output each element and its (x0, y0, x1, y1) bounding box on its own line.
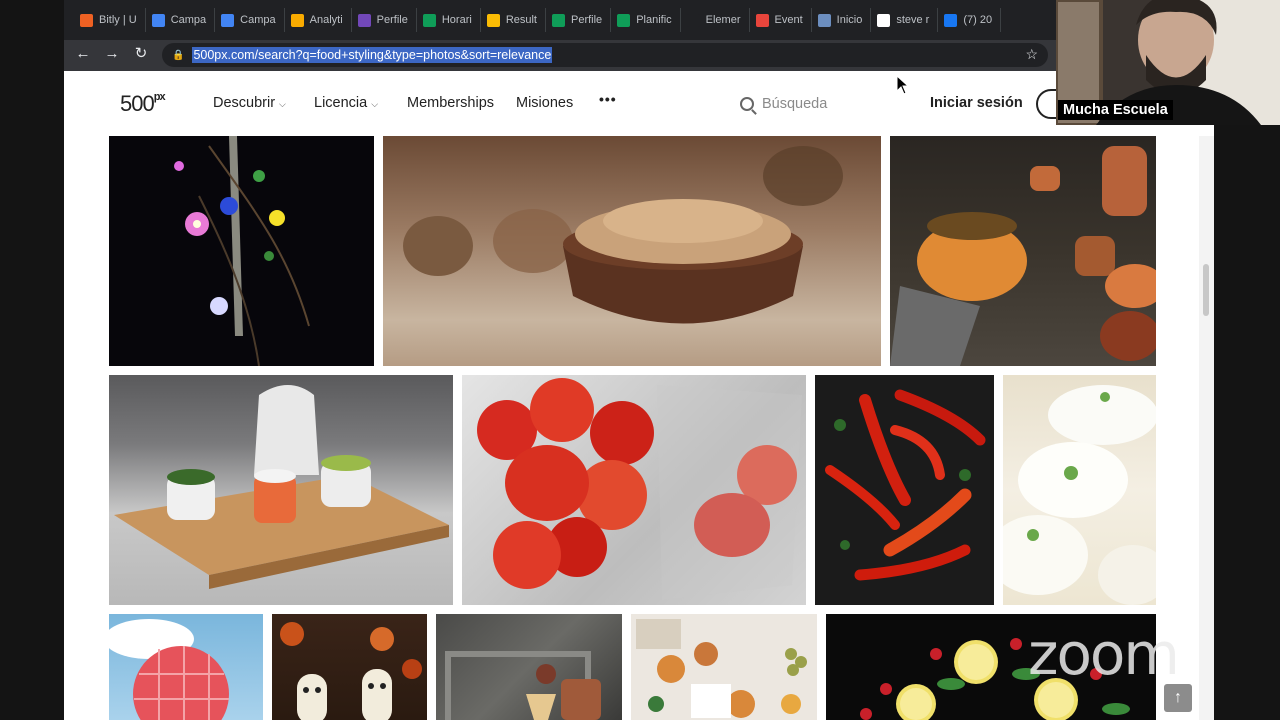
browser-tab[interactable]: Campa (146, 8, 216, 32)
browser-tab-label: Inicio (836, 14, 863, 26)
browser-tab-label: Planific (636, 14, 672, 26)
photo-sushi-board-art (114, 385, 449, 589)
browser-window: Bitly | U Campa Campa Analyti Perfile Horari R… (64, 0, 1214, 720)
photo-flowers-fork[interactable] (109, 136, 374, 366)
browser-tab-label: steve r (896, 14, 930, 26)
browser-tab-label: Perfile (571, 14, 603, 26)
photo-red-chili[interactable] (815, 375, 994, 605)
photo-meringue[interactable] (1003, 375, 1156, 605)
browser-tab-label: Result (505, 14, 537, 26)
browser-tab[interactable]: Perfile (352, 8, 417, 32)
google-ads-icon (151, 13, 165, 27)
browser-tab-label: Horari (441, 14, 472, 26)
browser-tab-label: Campa (170, 14, 207, 26)
browser-tab[interactable]: Bitly | U (74, 8, 146, 32)
search-box[interactable] (732, 89, 907, 119)
logo-sup: px (153, 90, 166, 103)
nav-discover[interactable]: Descubrir ⌵ (213, 95, 286, 111)
browser-tab-label: (7) 20 (963, 14, 993, 26)
photo-pumpkin-stew-art (890, 146, 1156, 366)
500px-logo[interactable]: 500px (120, 90, 166, 117)
photo-tomatoes[interactable] (462, 375, 806, 605)
back-icon[interactable]: ← (70, 45, 96, 62)
drive-icon (486, 13, 500, 27)
browser-tab[interactable]: Result (481, 8, 546, 32)
browser-tab[interactable]: Perfile (546, 8, 612, 32)
photo-drink-frame-art (445, 651, 601, 720)
sheets-icon (617, 13, 631, 27)
photo-walnuts-bowl[interactable] (383, 136, 881, 366)
participant-name-label: Mucha Escuela (1058, 100, 1173, 120)
browser-tab[interactable]: Campa (215, 8, 285, 32)
browser-tab[interactable]: Planific (611, 8, 681, 32)
browser-tab[interactable]: Event (750, 8, 812, 32)
address-bar[interactable]: 🔒 500px.com/search?q=food+styling&type=p… (162, 43, 1048, 67)
forms-icon (357, 13, 371, 27)
photo-cupcakes[interactable] (631, 614, 817, 720)
browser-tab-label: Event (774, 14, 803, 26)
photo-walnuts-bowl-art (403, 146, 843, 324)
nav-license[interactable]: Licencia ⌵ (314, 95, 378, 111)
search-icon (740, 97, 754, 111)
photo-red-ball[interactable] (109, 614, 263, 720)
shield-icon (817, 13, 831, 27)
photo-banana-ghosts[interactable] (272, 614, 427, 720)
lock-icon: 🔒 (172, 49, 185, 61)
sheets-icon (552, 13, 565, 27)
bitly-icon (80, 13, 93, 27)
bookmark-star-icon[interactable]: ☆ (1025, 46, 1038, 63)
forward-icon[interactable]: → (99, 45, 125, 62)
photo-pumpkin-stew[interactable] (890, 136, 1156, 366)
more-menu-button[interactable]: ••• (599, 91, 617, 107)
google-icon (877, 13, 891, 27)
page-scrollbar[interactable] (1199, 136, 1214, 720)
browser-tab-label: Analyti (309, 14, 343, 26)
nav-quests[interactable]: Misiones (516, 95, 573, 111)
photo-drink-frame[interactable] (436, 614, 622, 720)
chevron-down-icon: ⌵ (371, 99, 379, 109)
tab-bar: Bitly | U Campa Campa Analyti Perfile Horari R… (64, 0, 1214, 40)
browser-toolbar: ← → ↻ 🔒 500px.com/search?q=food+styling&… (64, 40, 1214, 71)
browser-tab-label: Campa (240, 14, 276, 26)
browser-tab-label: Bitly | U (99, 14, 137, 26)
scroll-to-top-button[interactable]: ↑ (1164, 684, 1192, 712)
reload-icon[interactable]: ↻ (128, 44, 154, 62)
nav-discover-label: Descubrir (213, 95, 276, 111)
url-text[interactable]: 500px.com/search?q=food+styling&type=pho… (192, 47, 553, 63)
site-header: 500px Descubrir ⌵ Licencia ⌵ Memberships M… (64, 71, 1214, 136)
chevron-down-icon: ⌵ (279, 99, 286, 109)
zoom-watermark: zoom (1028, 620, 1180, 688)
scrollbar-thumb[interactable] (1203, 264, 1209, 316)
facebook-icon (944, 13, 958, 27)
browser-tab[interactable]: steve r (871, 8, 939, 32)
logo-main: 500 (120, 91, 155, 116)
google-ads-icon (221, 13, 235, 27)
login-link[interactable]: Iniciar sesión (930, 95, 1023, 111)
mouse-cursor-icon (896, 75, 910, 95)
photo-tomatoes-art (477, 378, 802, 600)
analytics-icon (290, 13, 304, 27)
photo-cupcakes-art (636, 619, 807, 718)
browser-tab[interactable]: Elemer (681, 8, 750, 32)
photo-red-chili-art (825, 389, 986, 581)
photo-banana-ghosts-art (280, 622, 422, 720)
blank-icon (686, 13, 700, 27)
photo-flowers-fork-art (174, 136, 310, 366)
browser-tab[interactable]: Analyti (285, 8, 352, 32)
browser-tab[interactable]: (7) 20 (938, 8, 1002, 32)
nav-license-label: Licencia (314, 95, 368, 111)
browser-tab-label: Elemer (705, 14, 741, 26)
nav-memberships[interactable]: Memberships (407, 95, 494, 111)
calendar-icon (755, 13, 769, 27)
browser-tab[interactable]: Horari (417, 8, 481, 32)
photo-meringue-art (1003, 385, 1156, 605)
search-input[interactable] (762, 96, 902, 112)
browser-tab-label: Perfile (376, 14, 408, 26)
photo-sushi-board[interactable] (109, 375, 453, 605)
browser-tab[interactable]: Inicio (812, 8, 872, 32)
sheets-icon (422, 13, 436, 27)
photo-red-ball-art (109, 619, 229, 720)
